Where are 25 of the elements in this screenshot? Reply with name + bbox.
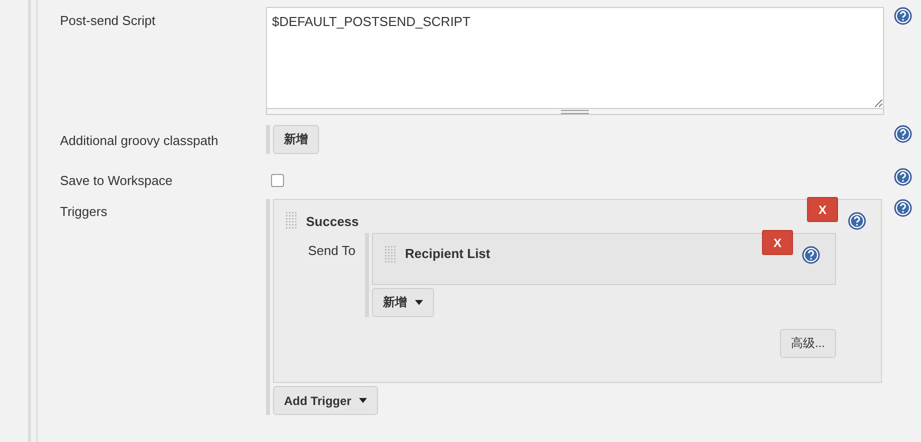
field-label: Send To [308,242,356,260]
help-icon[interactable] [802,246,820,264]
field-label: Post-send Script [60,12,156,30]
delete-button[interactable]: X [762,230,793,255]
help-icon[interactable] [894,125,912,143]
advanced-button[interactable]: 高级... [780,329,836,358]
script-field[interactable]: $DEFAULT_POSTSEND_SCRIPT [266,7,884,109]
delete-button[interactable]: X [807,197,838,222]
caret-icon [359,398,368,403]
drag-handle-icon[interactable] [385,246,397,264]
caret-icon [415,300,423,305]
trigger-name: Success [306,214,359,228]
add-trigger-button[interactable]: Add Trigger [273,386,378,415]
drag-handle-icon[interactable] [286,212,298,230]
field-label: Save to Workspace [60,173,174,190]
add-dropdown-button[interactable]: 新增 [372,288,434,317]
help-icon[interactable] [894,199,912,217]
recipient-name: Recipient List [405,246,490,261]
help-icon[interactable] [894,7,912,25]
help-icon[interactable] [894,168,912,186]
field-label: Triggers [60,203,108,221]
field-label: Additional groovy classpath [60,132,220,150]
add-button[interactable]: 新增 [273,125,319,154]
help-icon[interactable] [848,212,866,230]
checkbox[interactable] [271,174,284,187]
